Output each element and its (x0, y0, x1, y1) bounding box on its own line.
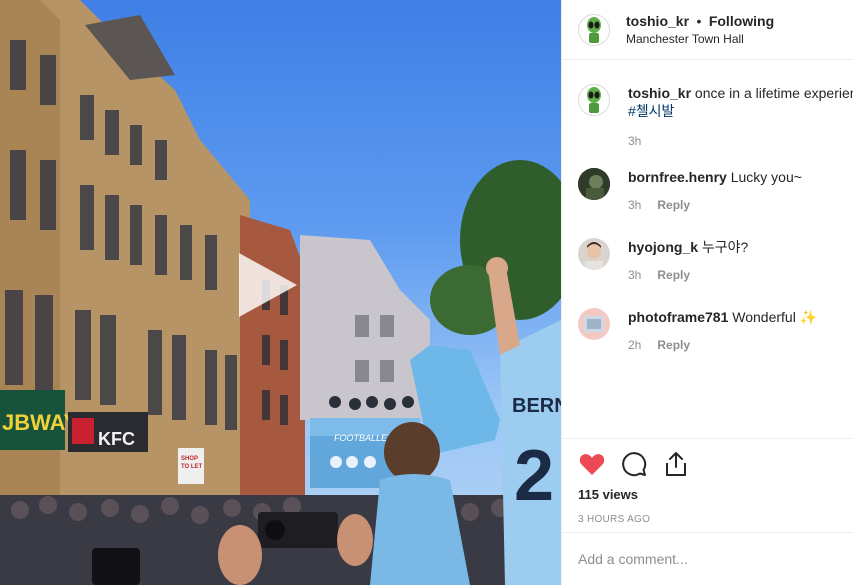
caption-hashtag[interactable]: #첼시발 (628, 102, 853, 120)
post-video[interactable]: JBWAY KFC SHOP TO LET FOOTBALLER BER 2 (0, 0, 561, 585)
comment-username[interactable]: photoframe781 (628, 309, 728, 325)
like-button[interactable] (578, 450, 606, 478)
reply-button[interactable]: Reply (657, 268, 690, 282)
caption-avatar[interactable] (578, 84, 610, 116)
comment-username[interactable]: bornfree.henry (628, 169, 727, 185)
photo-avatar-icon (578, 168, 610, 200)
comment-text: Wonderful (732, 309, 796, 325)
shop-sign-line1: SHOP (181, 456, 198, 462)
caption-time[interactable]: 3h (628, 134, 641, 148)
subway-sign: JBWAY (2, 410, 79, 435)
jersey-number: 2 (514, 436, 554, 516)
following-status[interactable]: Following (709, 13, 774, 29)
comment-item: bornfree.henry Lucky you~ 3h Reply (578, 168, 853, 212)
photo-avatar-icon (578, 308, 610, 340)
post-sidebar: toshio_kr • Following Manchester Town Ha… (561, 0, 853, 585)
comment-bubble-icon (622, 452, 647, 477)
action-bar (562, 439, 853, 489)
comment-time[interactable]: 3h (628, 198, 641, 212)
caption-username[interactable]: toshio_kr (628, 85, 691, 101)
post-actions-area: 115 views 3 HOURS AGO (562, 438, 853, 525)
caption: toshio_kr once in a lifetime experience … (578, 84, 853, 148)
post-header: toshio_kr • Following Manchester Town Ha… (562, 0, 853, 60)
comment-time[interactable]: 3h (628, 268, 641, 282)
share-upload-icon (666, 452, 686, 476)
comment-text: Lucky you~ (730, 169, 802, 185)
comments-list[interactable]: toshio_kr once in a lifetime experience … (562, 60, 853, 438)
author-username[interactable]: toshio_kr (626, 13, 689, 29)
commenter-avatar[interactable] (578, 168, 610, 200)
photo-avatar-icon (578, 238, 610, 270)
play-button[interactable] (230, 252, 297, 318)
author-avatar[interactable] (578, 13, 610, 46)
comment-text: 누구야? (701, 239, 749, 255)
play-icon (239, 253, 297, 317)
comment-username[interactable]: hyojong_k (628, 239, 698, 255)
kfc-sign: KFC (98, 429, 135, 449)
bus-banner: FOOTBALLER (334, 433, 394, 443)
caption-text: once in a lifetime experience (694, 85, 853, 101)
comment-item: photoframe781 Wonderful ✨ 2h Reply (578, 308, 853, 352)
share-button[interactable] (662, 450, 690, 478)
add-comment-bar (562, 532, 853, 585)
comment-item: hyojong_k 누구야? 3h Reply (578, 238, 853, 282)
commenter-avatar[interactable] (578, 238, 610, 270)
comment-time[interactable]: 2h (628, 338, 641, 352)
heart-filled-icon (579, 454, 605, 475)
reply-button[interactable]: Reply (657, 198, 690, 212)
commenter-avatar[interactable] (578, 308, 610, 340)
reply-button[interactable]: Reply (657, 338, 690, 352)
shop-sign-line2: TO LET (181, 464, 203, 470)
alien-avatar-icon (587, 16, 601, 43)
jersey-name: BERN (512, 395, 561, 417)
views-count[interactable]: 115 views (562, 487, 853, 502)
post-timestamp[interactable]: 3 HOURS AGO (562, 514, 853, 525)
header-separator: • (696, 13, 702, 29)
comment-input[interactable] (578, 551, 828, 567)
post-location[interactable]: Manchester Town Hall (626, 32, 774, 47)
sparkles-emoji: ✨ (799, 309, 818, 325)
comment-button[interactable] (620, 450, 648, 478)
alien-avatar-icon (587, 87, 601, 113)
